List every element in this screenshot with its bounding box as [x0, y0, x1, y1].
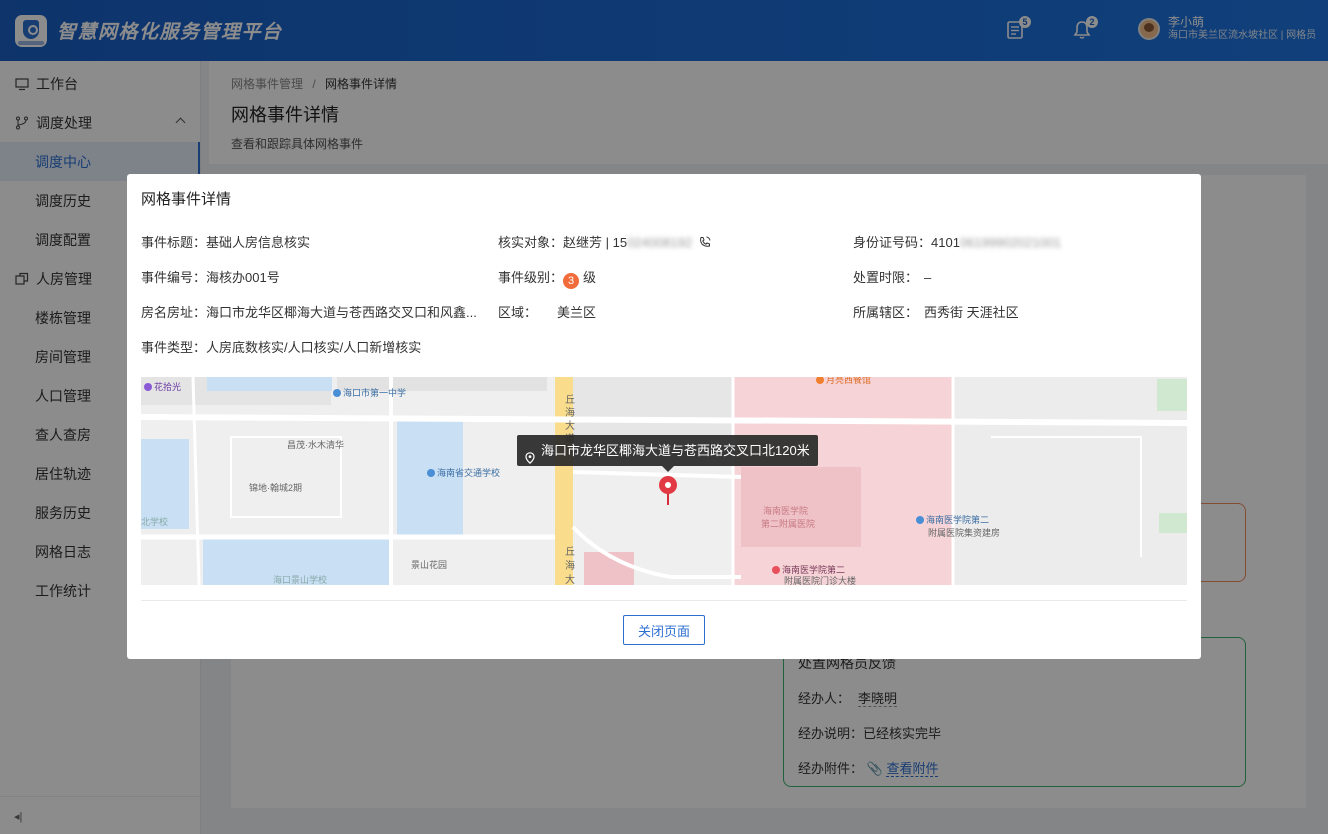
map-label: 花拾光: [144, 380, 181, 393]
field-value: 4101: [931, 235, 960, 250]
modal-title: 网格事件详情: [141, 191, 232, 208]
map-label: 昌茂·水木清华: [287, 440, 344, 450]
map-label: 月亮西餐馆: [816, 377, 871, 386]
event-detail-modal: 网格事件详情 事件标题：基础人房信息核实 核实对象：赵继芳 | 15024008…: [127, 174, 1201, 659]
field-label: 事件编号：: [141, 270, 207, 285]
field-value: 海核办001号: [206, 270, 280, 285]
level-badge: 3: [563, 273, 580, 289]
event-number-field: 事件编号：海核办001号: [141, 267, 280, 286]
map-label: 海南医学院: [763, 506, 809, 516]
field-label: 房名房址：: [141, 305, 207, 320]
field-value: 赵继芳 | 15: [563, 235, 628, 250]
target-field: 核实对象：赵继芳 | 15024008192: [498, 232, 711, 251]
field-value: 人房底数核实/人口核实/人口新增核实: [206, 340, 422, 355]
close-page-button[interactable]: 关闭页面: [623, 615, 705, 645]
field-label: 处置时限：: [853, 270, 919, 285]
map-label: 海南医学院第二: [916, 513, 989, 526]
field-value: 美兰区: [557, 305, 597, 320]
phone-icon[interactable]: [699, 235, 711, 250]
masked-id: 06199902021001: [959, 235, 1062, 250]
map-label: 海口景山学校: [273, 575, 328, 585]
field-label: 所属辖区：: [853, 305, 919, 320]
masked-phone: 024008192: [627, 235, 693, 250]
map-label: 海: [565, 561, 575, 572]
event-level-field: 事件级别： 3 级: [498, 267, 596, 289]
field-label: 身份证号码：: [853, 235, 932, 250]
map-label: 景山花园: [411, 560, 448, 570]
event-type-field: 事件类型：人房底数核实/人口核实/人口新增核实: [141, 337, 421, 356]
map-label: 海口市第一中学: [333, 386, 406, 399]
district-field: 所属辖区： 西秀街 天涯社区: [853, 302, 1019, 321]
map-label: 北学校: [141, 517, 169, 527]
field-value: 西秀街 天涯社区: [924, 305, 1019, 320]
field-value: 海口市龙华区椰海大道与苍西路交叉口和风鑫...: [206, 305, 477, 320]
address-field: 房名房址：海口市龙华区椰海大道与苍西路交叉口和风鑫...: [141, 302, 477, 321]
region-field: 区域： 美兰区: [498, 302, 596, 321]
field-label: 区域：: [498, 305, 538, 320]
map-label: 锦地·翰城2期: [249, 483, 303, 493]
map-label: 第二附属医院: [761, 519, 816, 529]
map-label: 丘: [565, 547, 575, 558]
location-tooltip-text: 海口市龙华区椰海大道与苍西路交叉口北120米: [541, 443, 810, 458]
map-label: 大: [565, 575, 575, 585]
field-value: 级: [583, 270, 597, 285]
map-label: 附属医院门诊大楼: [784, 576, 857, 585]
map-label: 海南省交通学校: [427, 466, 500, 479]
location-tooltip: 海口市龙华区椰海大道与苍西路交叉口北120米: [517, 435, 818, 472]
field-value: –: [924, 270, 932, 285]
field-label: 核实对象：: [498, 235, 564, 250]
field-label: 事件类型：: [141, 340, 207, 355]
modal-divider: [141, 600, 1187, 601]
location-map[interactable]: 花拾光 海口市第一中学 丘 海 大 道 丘 海 大 昌茂·水木清华 锦地·翰城2…: [141, 377, 1187, 585]
map-label: 附属医院集资建房: [928, 528, 1001, 538]
event-title-field: 事件标题：基础人房信息核实: [141, 232, 310, 251]
id-number-field: 身份证号码：410106199902021001: [853, 232, 1061, 251]
field-value: 基础人房信息核实: [206, 235, 311, 250]
location-pin-icon: [525, 444, 535, 465]
field-label: 事件标题：: [141, 235, 207, 250]
field-label: 事件级别：: [498, 270, 564, 285]
deadline-field: 处置时限： –: [853, 267, 931, 286]
